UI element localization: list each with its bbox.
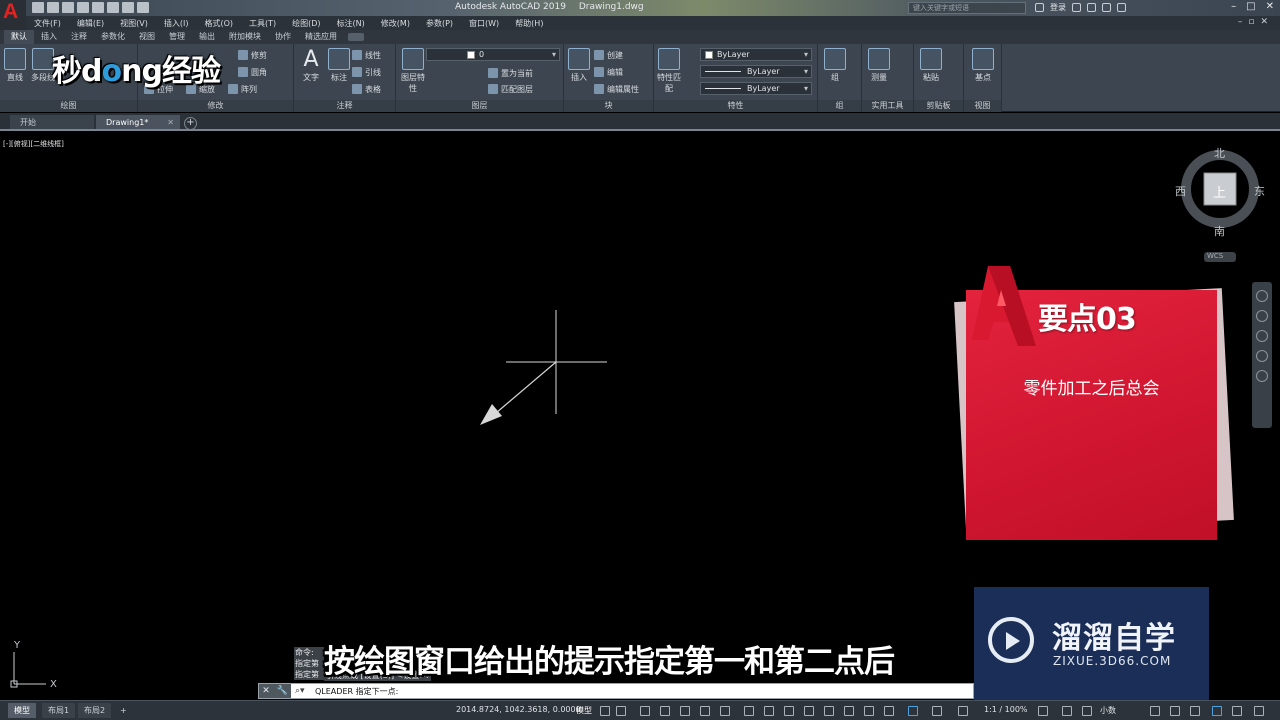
zoom-icon[interactable] (1256, 330, 1268, 342)
tab-layout1[interactable]: 布局1 (42, 703, 76, 718)
zixue-watermark: 溜溜自学 ZIXUE.3D66.COM (974, 587, 1209, 700)
isolate-objects-icon[interactable] (1082, 706, 1092, 716)
command-history-line: 指定第 (295, 670, 319, 679)
video-subtitle: 按绘图窗口给出的提示指定第一和第二点后 (324, 644, 895, 680)
viewcube-east[interactable]: 东 (1254, 183, 1265, 199)
showmotion-icon[interactable] (1256, 370, 1268, 382)
customization-icon[interactable] (1232, 706, 1242, 716)
ucs-y-label: Y (13, 640, 21, 651)
isodraft-icon[interactable] (680, 706, 690, 716)
coordinate-readout[interactable]: 2014.8724, 1042.3618, 0.0000 (456, 705, 581, 714)
command-line-buttons: ✕ 🔧 (259, 684, 291, 698)
command-line[interactable]: ✕ 🔧 ⌕▾ QLEADER 指定下一点: (258, 683, 974, 699)
workspace-icon[interactable] (958, 706, 968, 716)
selection-cycling-icon[interactable] (784, 706, 794, 716)
command-prompt: QLEADER 指定下一点: (315, 687, 399, 696)
annotation-monitor-icon[interactable] (1062, 706, 1072, 716)
command-prompt-icon: ⌕▾ (295, 686, 305, 696)
customize-icon[interactable]: 🔧 (276, 686, 287, 696)
dynamic-ucs-icon[interactable] (824, 706, 834, 716)
zixue-play-icon (1006, 632, 1020, 650)
command-history-line: 命令: (295, 648, 314, 657)
units-value[interactable]: 小数 (1100, 705, 1116, 716)
autocad-a-logo-icon (972, 266, 1036, 346)
settings-gear-icon[interactable] (1038, 706, 1048, 716)
object-snap-icon[interactable] (720, 706, 730, 716)
command-history: 命令: 指定第 指定第 (294, 647, 324, 680)
auto-scale-icon[interactable] (908, 706, 918, 716)
selection-filter-icon[interactable] (844, 706, 854, 716)
pan-icon[interactable] (1256, 310, 1268, 322)
add-layout-button[interactable]: + (114, 703, 133, 718)
zixue-brand-url: ZIXUE.3D66.COM (1053, 654, 1172, 668)
close-command-line-icon[interactable]: ✕ (262, 686, 270, 696)
status-bar: 模型 布局1 布局2 + 2014.8724, 1042.3618, 0.000… (0, 700, 1280, 720)
ortho-icon[interactable] (640, 706, 650, 716)
transparency-icon[interactable] (764, 706, 774, 716)
lineweight-icon[interactable] (744, 706, 754, 716)
viewcube[interactable]: 北 南 东 西 上 WCS (1170, 140, 1270, 270)
3d-osnap-icon[interactable] (804, 706, 814, 716)
ucs-x-label: X (50, 679, 57, 690)
viewcube-west[interactable]: 西 (1175, 183, 1186, 199)
polar-icon[interactable] (660, 706, 670, 716)
command-history-line: 指定第 (295, 659, 319, 668)
viewcube-top-face[interactable]: 上 (1213, 182, 1226, 201)
clean-screen-icon[interactable] (1212, 706, 1222, 716)
card-subtitle: 零件加工之后总会 (1023, 379, 1160, 399)
gizmo-icon[interactable] (864, 706, 874, 716)
hardware-acceleration-icon[interactable] (1190, 706, 1200, 716)
steering-wheel-icon[interactable] (1256, 290, 1268, 302)
viewcube-north[interactable]: 北 (1214, 145, 1225, 161)
zixue-brand-name: 溜溜自学 (1052, 621, 1176, 656)
quick-properties-icon[interactable] (1150, 706, 1160, 716)
lock-ui-icon[interactable] (1170, 706, 1180, 716)
wcs-menu[interactable]: WCS (1207, 252, 1223, 260)
annotation-scale-icon[interactable] (932, 706, 942, 716)
card-title: 要点03 (1038, 302, 1137, 337)
leader-arrow (480, 361, 557, 425)
annotation-visibility-icon[interactable] (884, 706, 894, 716)
orbit-icon[interactable] (1256, 350, 1268, 362)
tab-model[interactable]: 模型 (8, 703, 36, 718)
object-snap-tracking-icon[interactable] (700, 706, 710, 716)
model-space-toggle[interactable]: 模型 (576, 705, 592, 716)
snap-icon[interactable] (616, 706, 626, 716)
status-menu-icon[interactable] (1254, 706, 1264, 716)
crosshair-cursor (506, 310, 607, 414)
annotation-scale-value[interactable]: 1:1 / 100% (984, 705, 1028, 714)
viewcube-south[interactable]: 南 (1214, 223, 1225, 239)
ucs-icon: Y X (10, 640, 57, 690)
grid-icon[interactable] (600, 706, 610, 716)
navigation-bar (1252, 282, 1272, 428)
tab-layout2[interactable]: 布局2 (78, 703, 112, 718)
